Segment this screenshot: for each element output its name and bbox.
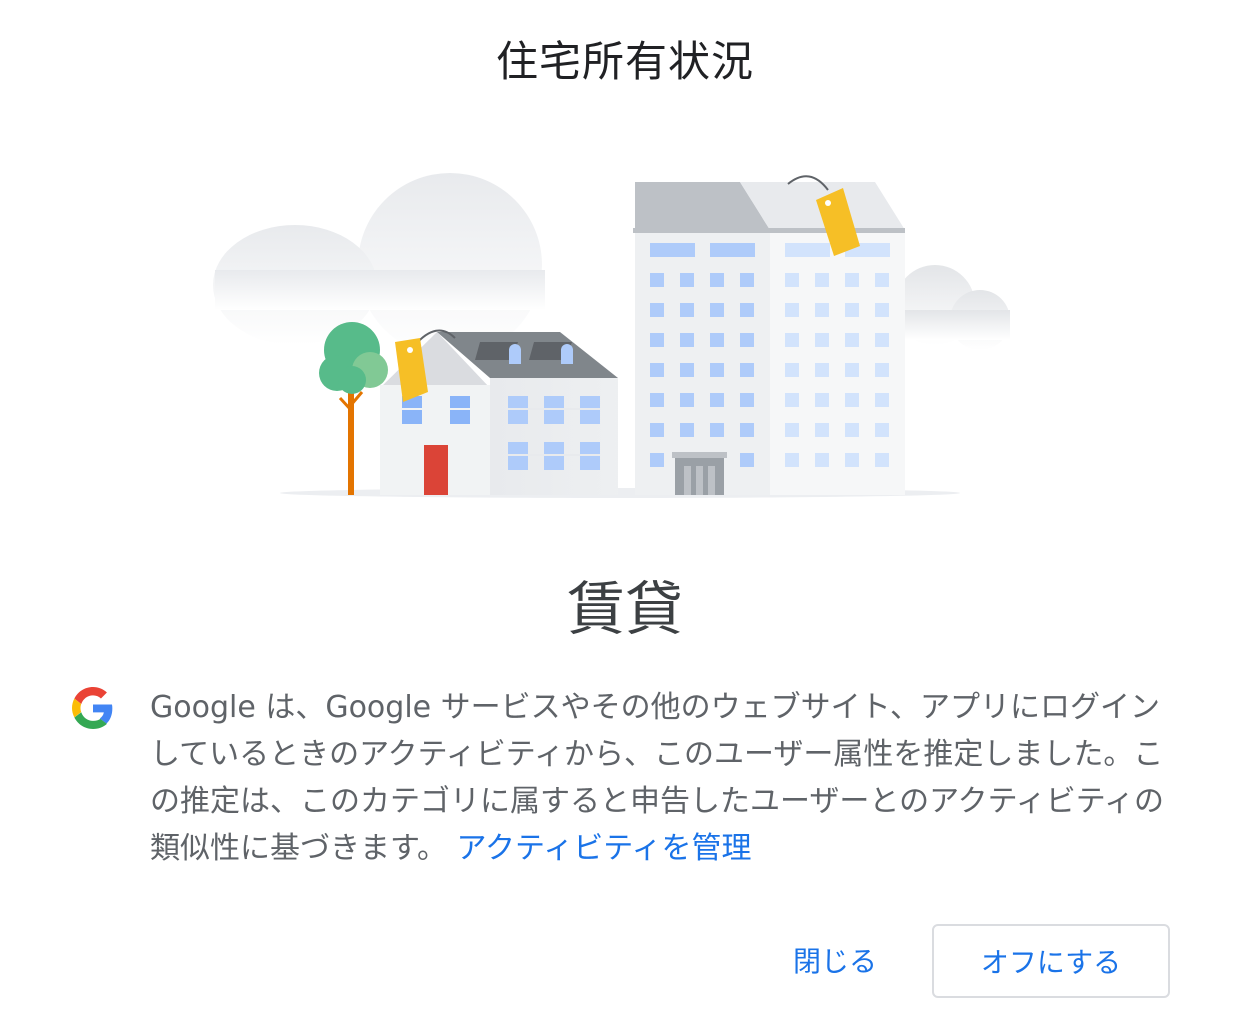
- manage-activity-link[interactable]: アクティビティを管理: [457, 831, 752, 866]
- attribute-description: Google は、Google サービスやその他のウェブサイト、アプリにログイン…: [150, 684, 1180, 872]
- user-attribute-dialog: 住宅所有状況 賃貸 Google は、Google サービスやその他のウェブサイ…: [0, 0, 1250, 1026]
- tree-icon: [319, 322, 388, 495]
- attribute-value: 賃貸: [566, 575, 683, 643]
- google-g-icon: [72, 687, 113, 729]
- close-button[interactable]: 閉じる: [775, 930, 895, 994]
- turn-off-button[interactable]: オフにする: [932, 924, 1170, 998]
- housing-illustration: [213, 173, 1010, 498]
- apartment-building: [633, 182, 905, 495]
- cloud-right: [895, 265, 1010, 350]
- cloud-left: [213, 173, 545, 357]
- dialog-title: 住宅所有状況: [495, 37, 754, 86]
